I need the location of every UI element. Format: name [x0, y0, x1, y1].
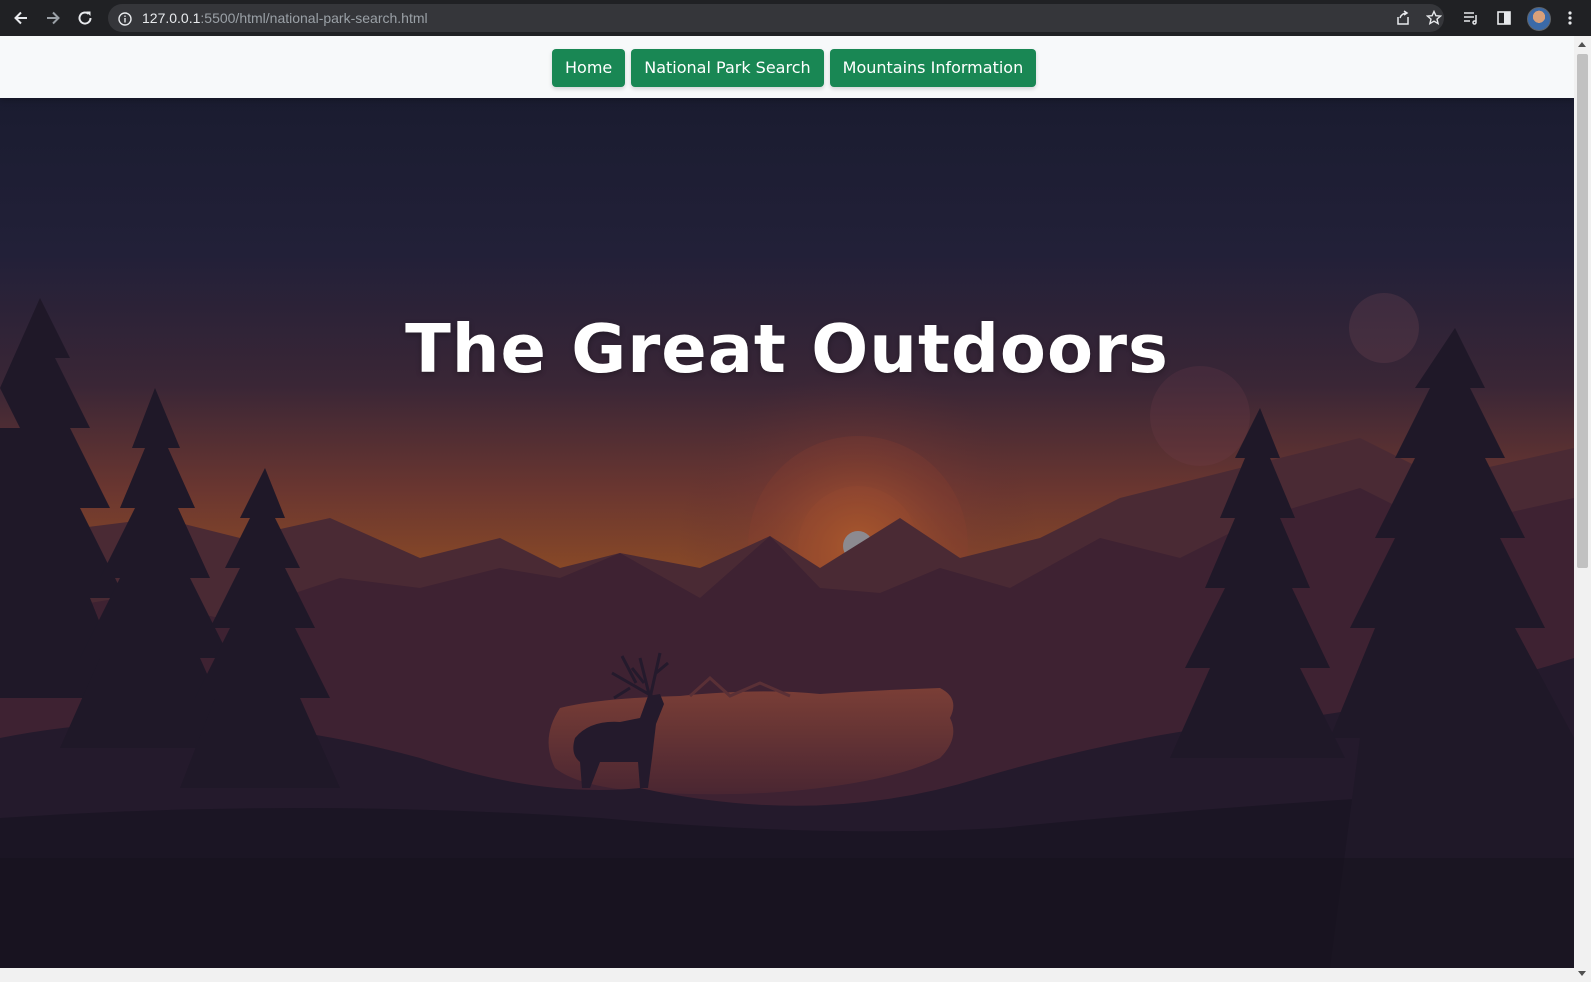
page-bottom-edge	[0, 968, 1574, 982]
nav-mountains-information-button[interactable]: Mountains Information	[829, 49, 1037, 87]
url-text: 127.0.0.1:5500/html/national-park-search…	[142, 4, 428, 32]
profile-avatar[interactable]	[1527, 7, 1551, 31]
nav-links: Home National Park Search Mountains Info…	[552, 49, 1037, 87]
reading-list-icon[interactable]	[1459, 6, 1483, 30]
reload-icon[interactable]	[73, 6, 97, 30]
hero-title: The Great Outdoors	[405, 310, 1169, 388]
side-panel-icon[interactable]	[1492, 6, 1516, 30]
scroll-up-icon[interactable]	[1578, 42, 1586, 47]
hero-background-illustration	[0, 98, 1574, 968]
address-bar[interactable]: 127.0.0.1:5500/html/national-park-search…	[108, 4, 1444, 32]
page-viewport: Home National Park Search Mountains Info…	[0, 36, 1574, 968]
top-navbar: Home National Park Search Mountains Info…	[0, 36, 1574, 98]
browser-toolbar: 127.0.0.1:5500/html/national-park-search…	[0, 0, 1591, 36]
scrollbar-thumb[interactable]	[1577, 54, 1588, 568]
url-path: :5500/html/national-park-search.html	[200, 10, 428, 26]
kebab-menu-icon[interactable]	[1558, 6, 1582, 30]
hero-section: The Great Outdoors	[0, 98, 1574, 968]
scroll-down-icon[interactable]	[1578, 971, 1586, 976]
forward-arrow-icon[interactable]	[41, 6, 65, 30]
url-host: 127.0.0.1	[142, 10, 201, 26]
nav-home-button[interactable]: Home	[552, 49, 626, 87]
share-icon[interactable]	[1391, 6, 1415, 30]
vertical-scrollbar[interactable]	[1574, 36, 1591, 982]
star-icon[interactable]	[1422, 6, 1446, 30]
back-arrow-icon[interactable]	[9, 6, 33, 30]
site-info-icon[interactable]	[118, 11, 132, 30]
nav-national-park-search-button[interactable]: National Park Search	[631, 49, 824, 87]
